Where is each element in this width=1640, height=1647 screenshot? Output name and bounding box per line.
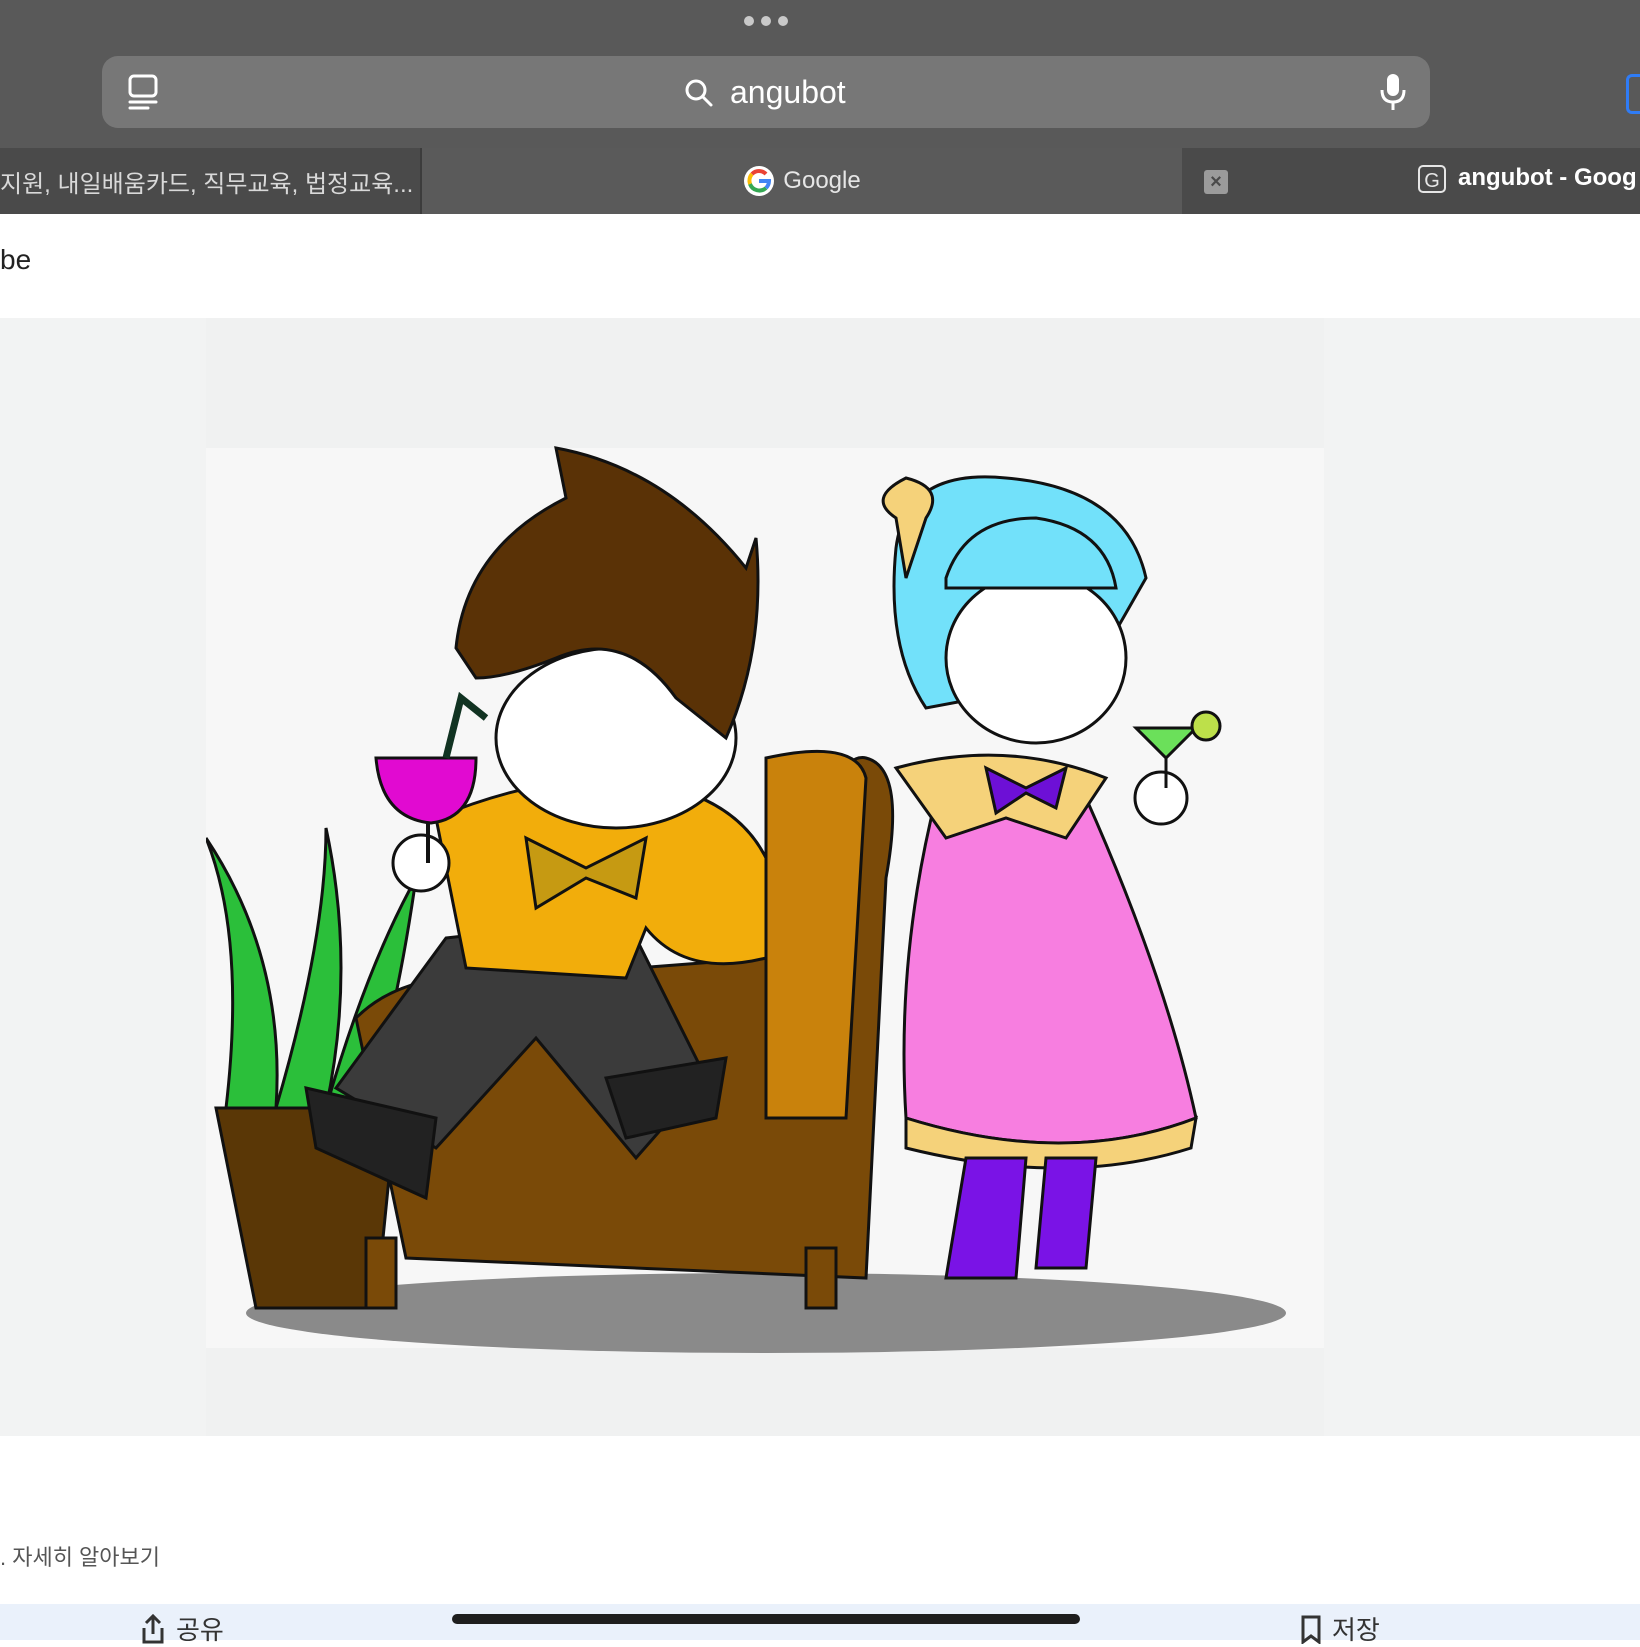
cartoon-illustration [206, 318, 1324, 1436]
tab-angubot[interactable]: angubot - Goog [1458, 164, 1637, 192]
tab-education[interactable]: 지원, 내일배움카드, 직무교육, 법정교육... [0, 148, 420, 214]
save-button[interactable]: 저장 [1300, 1610, 1380, 1647]
share-icon [142, 1613, 164, 1643]
save-label: 저장 [1332, 1615, 1380, 1645]
google-logo-icon [744, 166, 775, 196]
home-indicator[interactable] [452, 1614, 1080, 1624]
more-dots-icon[interactable] [744, 16, 788, 26]
address-bar[interactable]: angubot [102, 56, 1430, 128]
mic-icon[interactable] [1378, 72, 1408, 112]
tab-google[interactable]: Google [422, 148, 1182, 214]
search-icon [685, 79, 713, 107]
tabs-icon[interactable] [126, 72, 162, 112]
tab-label: 지원, 내일배움카드, 직무교육, 법정교육... [0, 170, 414, 198]
tab-bar: 지원, 내일배움카드, 직무교육, 법정교육... Google × G ang… [0, 148, 1640, 214]
save-icon [1301, 1615, 1321, 1644]
share-label: 공유 [176, 1615, 224, 1645]
new-tab-icon[interactable] [1626, 74, 1640, 114]
search-query-text[interactable]: angubot [730, 70, 846, 114]
share-button[interactable]: 공유 [140, 1610, 224, 1647]
disclaimer-text[interactable]: . 자세히 알아보기 [0, 1540, 160, 1572]
close-icon[interactable]: × [1204, 170, 1228, 194]
source-text[interactable]: be [0, 244, 31, 276]
browser-toolbar: angubot [0, 0, 1640, 148]
tab-label: Google [783, 167, 861, 194]
google-favicon-icon: G [1418, 165, 1446, 193]
image-preview[interactable] [0, 318, 1640, 1436]
